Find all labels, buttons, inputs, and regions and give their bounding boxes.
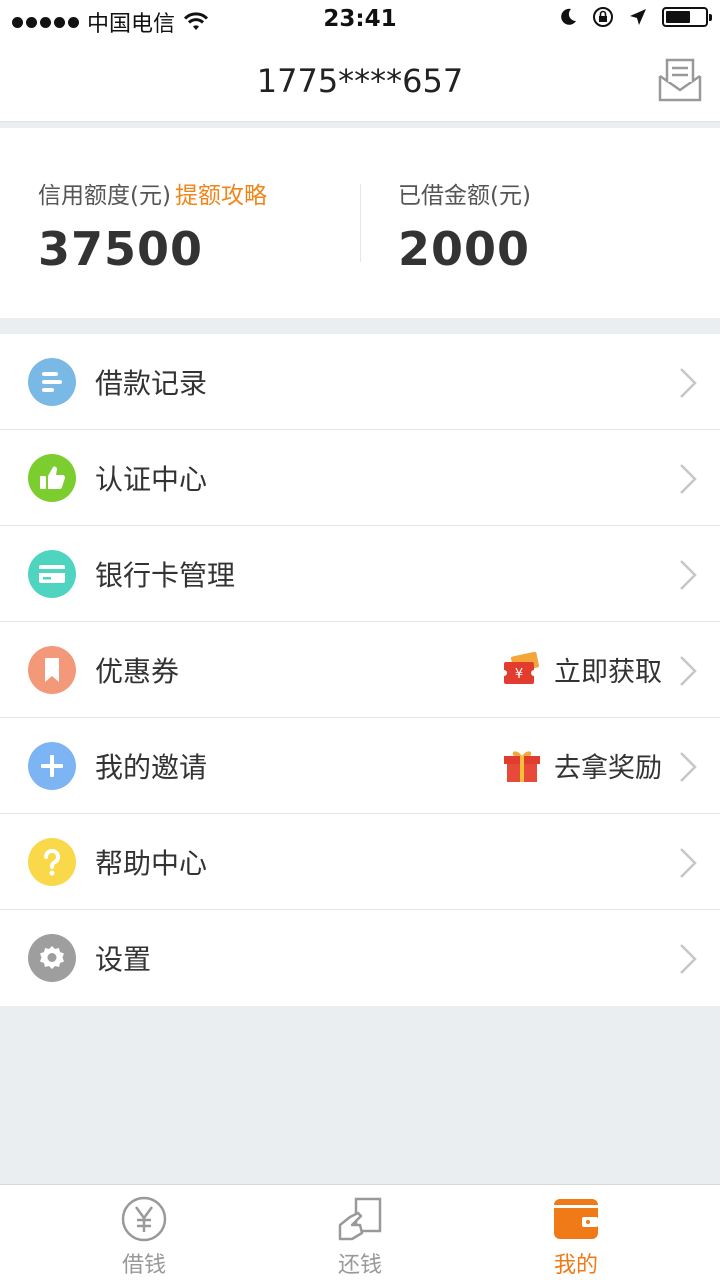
tab-bar: 借钱 还钱 我的 (0, 1184, 720, 1280)
wallet-icon (554, 1199, 598, 1239)
tab-borrow[interactable]: 借钱 (84, 1185, 204, 1280)
chevron-right-icon (680, 944, 697, 974)
repay-hand-icon (338, 1197, 382, 1241)
menu-item-my-invitations[interactable]: 我的邀请 去拿奖励 (0, 718, 720, 814)
menu-item-help-center[interactable]: 帮助中心 (0, 814, 720, 910)
menu-item-label: 银行卡管理 (95, 559, 236, 592)
battery-icon (662, 7, 712, 27)
coupon-get-now-label: 立即获取 (554, 657, 662, 688)
borrowed-block: 已借金额(元) 2000 (398, 176, 531, 276)
location-arrow-icon (630, 9, 646, 25)
chevron-right-icon (680, 368, 697, 398)
credit-limit-label-row: 信用额度(元) 提额攻略 (38, 176, 267, 210)
chevron-right-icon (680, 656, 697, 686)
borrowed-label: 已借金额(元) (398, 183, 531, 209)
invite-get-reward[interactable]: 去拿奖励 (502, 746, 662, 785)
rotation-lock-icon (593, 7, 613, 27)
question-icon (28, 838, 76, 886)
svg-text:¥: ¥ (515, 667, 523, 682)
menu-item-label: 我的邀请 (95, 751, 208, 784)
tab-label: 我的 (553, 1253, 598, 1278)
menu-item-coupons[interactable]: 优惠券 ¥ 立即获取 (0, 622, 720, 718)
credit-summary: 信用额度(元) 提额攻略 37500 已借金额(元) 2000 (0, 128, 720, 318)
chevron-right-icon (680, 560, 697, 590)
menu-item-label: 优惠券 (95, 655, 180, 688)
tab-label: 借钱 (121, 1253, 166, 1278)
coupon-get-now[interactable]: ¥ 立即获取 (502, 650, 662, 689)
menu-item-bank-card[interactable]: 银行卡管理 (0, 526, 720, 622)
list-icon (28, 358, 76, 406)
borrowed-value: 2000 (398, 222, 531, 276)
tab-label: 还钱 (337, 1253, 382, 1278)
status-right (558, 6, 712, 28)
message-button[interactable] (656, 56, 704, 104)
credit-divider (360, 184, 361, 262)
message-envelope-icon (658, 58, 702, 102)
tab-mine[interactable]: 我的 (516, 1185, 636, 1280)
status-bar: 中国电信 23:41 (0, 0, 720, 40)
menu-item-label: 认证中心 (95, 463, 208, 496)
credit-limit-label: 信用额度(元) (38, 183, 171, 209)
chevron-right-icon (680, 752, 697, 782)
invite-get-reward-label: 去拿奖励 (554, 753, 662, 784)
page-title: 1775****657 (256, 62, 464, 100)
chevron-right-icon (680, 848, 697, 878)
menu-item-label: 借款记录 (95, 367, 208, 400)
bookmark-icon (28, 646, 76, 694)
menu-list: 借款记录 认证中心 银行卡管理 优惠券 ¥ 立即获取 我的邀请 去拿奖励 帮助中… (0, 334, 720, 1006)
menu-item-label: 帮助中心 (95, 847, 208, 880)
chevron-right-icon (680, 464, 697, 494)
yuan-coin-icon (121, 1196, 167, 1242)
menu-item-verification-center[interactable]: 认证中心 (0, 430, 720, 526)
menu-item-settings[interactable]: 设置 (0, 910, 720, 1006)
menu-item-loan-records[interactable]: 借款记录 (0, 334, 720, 430)
gift-icon (504, 750, 540, 782)
bank-card-icon (28, 550, 76, 598)
raise-limit-link[interactable]: 提额攻略 (175, 183, 267, 209)
plus-icon (28, 742, 76, 790)
thumbs-up-icon (28, 454, 76, 502)
tab-repay[interactable]: 还钱 (300, 1185, 420, 1280)
menu-item-label: 设置 (95, 943, 152, 976)
credit-limit-value: 37500 (38, 222, 204, 276)
credit-limit-block: 信用额度(元) 提额攻略 37500 (38, 176, 267, 276)
nav-bar: 1775****657 (0, 40, 720, 122)
gear-icon (28, 934, 76, 982)
moon-icon (561, 8, 576, 25)
coupon-icon: ¥ (502, 651, 540, 684)
